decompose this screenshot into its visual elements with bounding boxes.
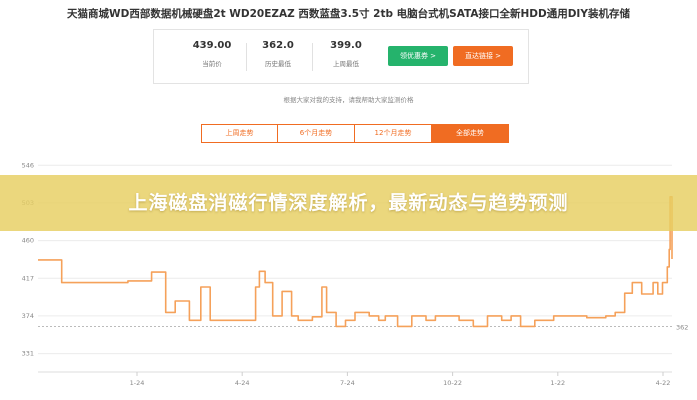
x-tick-label: 10-22 — [443, 379, 462, 387]
headline-text: 上海磁盘消磁行情深度解析，最新动态与趋势预测 — [128, 192, 569, 214]
reference-line-label: 362 — [676, 323, 688, 331]
price-panel: 439.00 当前价 362.0 历史最低 399.0 上周最低 领优惠券 > … — [153, 29, 529, 84]
current-price-stat: 439.00 当前价 — [182, 40, 242, 68]
tab-6-months[interactable]: 6个月走势 — [278, 124, 355, 143]
last-week-low-value: 399.0 — [330, 40, 362, 51]
stat-divider — [312, 43, 313, 71]
monitor-note: 根据大家对我的支持，请我帮助大家监测价格 — [283, 96, 414, 104]
tab-last-week[interactable]: 上周走势 — [201, 124, 278, 143]
x-tick-label: 4-24 — [235, 379, 250, 387]
x-tick-label: 1-22 — [550, 379, 565, 387]
lowest-price-label: 历史最低 — [265, 60, 291, 68]
y-tick-label: 331 — [22, 350, 34, 358]
x-tick-label: 4-22 — [656, 379, 671, 387]
x-axis: 1-24 4-24 7-24 10-22 1-22 4-22 — [130, 372, 671, 387]
x-tick-label: 7-24 — [340, 379, 355, 387]
last-week-low-stat: 399.0 上周最低 — [316, 40, 376, 68]
product-title: 天猫商城WD西部数据机械硬盘2t WD20EZAZ 西数蓝盘3.5寸 2tb 电… — [67, 8, 630, 20]
y-tick-label: 546 — [22, 161, 34, 169]
y-tick-label: 417 — [22, 274, 34, 282]
current-price-value: 439.00 — [192, 40, 232, 51]
coupon-button[interactable]: 领优惠券 > — [388, 46, 448, 66]
reference-line-group: 362 — [38, 323, 688, 331]
trend-tabs: 上周走势 6个月走势 12个月走势 全部走势 — [201, 124, 509, 143]
current-price-label: 当前价 — [202, 60, 222, 68]
direct-link-button[interactable]: 直达链接 > — [453, 46, 513, 66]
lowest-price-value: 362.0 — [262, 40, 294, 51]
last-week-low-label: 上周最低 — [333, 60, 359, 68]
y-tick-label: 460 — [22, 237, 34, 245]
stat-divider — [246, 43, 247, 71]
tab-all[interactable]: 全部走势 — [432, 124, 509, 143]
x-tick-label: 1-24 — [130, 379, 145, 387]
lowest-price-stat: 362.0 历史最低 — [248, 40, 308, 68]
headline-banner: 上海磁盘消磁行情深度解析，最新动态与趋势预测 — [0, 175, 697, 231]
tab-12-months[interactable]: 12个月走势 — [355, 124, 432, 143]
y-tick-label: 374 — [22, 312, 34, 320]
